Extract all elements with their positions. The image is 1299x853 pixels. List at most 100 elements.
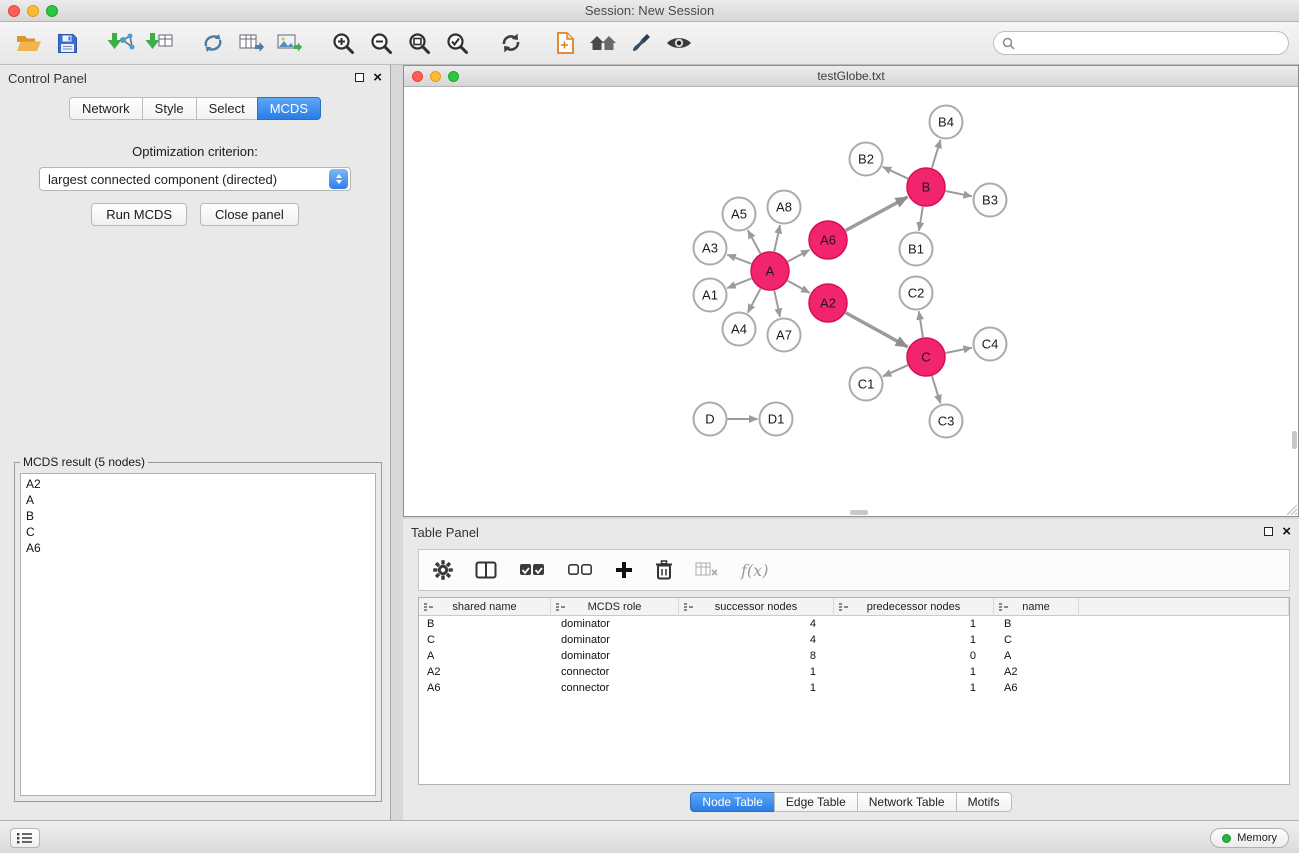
maximize-window-button[interactable]	[46, 5, 58, 17]
network-edge-C-C1[interactable]	[883, 365, 908, 376]
table-cell[interactable]: connector	[551, 664, 679, 680]
result-list-item[interactable]: A	[26, 492, 370, 508]
network-node-B4[interactable]: B4	[930, 106, 963, 139]
table-cell[interactable]: B	[419, 616, 551, 632]
table-row[interactable]: Bdominator41B	[419, 616, 1289, 632]
network-node-B[interactable]: B	[907, 168, 945, 206]
select-all-icon[interactable]	[519, 563, 545, 577]
tab-select[interactable]: Select	[196, 97, 258, 120]
zoom-in-icon[interactable]	[324, 26, 362, 60]
network-edge-C-C3[interactable]	[932, 376, 941, 403]
home-icon[interactable]	[584, 26, 622, 60]
table-tab-motifs[interactable]: Motifs	[956, 792, 1012, 812]
column-header-shared-name[interactable]: shared name	[419, 598, 551, 616]
table-row[interactable]: A6connector11A6	[419, 680, 1289, 696]
table-row[interactable]: Cdominator41C	[419, 632, 1289, 648]
network-edge-A-A5[interactable]	[748, 230, 761, 253]
image-export-icon[interactable]	[270, 26, 308, 60]
table-cell[interactable]: C	[419, 632, 551, 648]
import-table-icon[interactable]	[140, 26, 178, 60]
network-node-A6[interactable]: A6	[809, 221, 847, 259]
result-list-item[interactable]: B	[26, 508, 370, 524]
network-edge-A6-B[interactable]	[846, 197, 908, 230]
network-node-A4[interactable]: A4	[723, 313, 756, 346]
eye-icon[interactable]	[660, 26, 698, 60]
table-cell[interactable]: A	[994, 648, 1079, 664]
network-node-B1[interactable]: B1	[900, 233, 933, 266]
search-field[interactable]	[993, 31, 1289, 55]
network-close-button[interactable]	[412, 71, 423, 82]
table-row[interactable]: Adominator80A	[419, 648, 1289, 664]
table-cell[interactable]: A2	[419, 664, 551, 680]
network-node-A[interactable]: A	[751, 252, 789, 290]
brush-icon[interactable]	[622, 26, 660, 60]
table-cell[interactable]: 1	[834, 632, 994, 648]
column-header-mcds-role[interactable]: MCDS role	[551, 598, 679, 616]
table-cell[interactable]: connector	[551, 680, 679, 696]
refresh-layout-icon[interactable]	[492, 26, 530, 60]
network-edge-A2-C[interactable]	[846, 313, 908, 347]
network-node-A7[interactable]: A7	[768, 319, 801, 352]
network-edge-A-A6[interactable]	[788, 250, 810, 262]
save-icon[interactable]	[48, 26, 86, 60]
open-folder-icon[interactable]	[10, 26, 48, 60]
tab-network[interactable]: Network	[69, 97, 143, 120]
network-edge-B-B2[interactable]	[883, 167, 908, 179]
table-tab-node-table[interactable]: Node Table	[690, 792, 775, 812]
mcds-result-list[interactable]: A2ABCA6	[20, 473, 376, 796]
network-node-B3[interactable]: B3	[974, 184, 1007, 217]
table-cell[interactable]: A6	[419, 680, 551, 696]
table-cell[interactable]: A6	[994, 680, 1079, 696]
float-table-panel-icon[interactable]	[1264, 523, 1273, 541]
columns-icon[interactable]	[475, 561, 497, 579]
zoom-selected-icon[interactable]	[438, 26, 476, 60]
network-edge-A-A2[interactable]	[788, 281, 810, 293]
result-list-item[interactable]: A2	[26, 476, 370, 492]
network-node-C[interactable]: C	[907, 338, 945, 376]
network-edge-B-B4[interactable]	[932, 140, 941, 168]
table-cell[interactable]: 1	[679, 680, 834, 696]
minimize-window-button[interactable]	[27, 5, 39, 17]
table-cell[interactable]: dominator	[551, 616, 679, 632]
deselect-all-icon[interactable]	[567, 563, 593, 577]
resize-grip[interactable]	[1284, 502, 1297, 515]
criterion-dropdown[interactable]: largest connected component (directed)	[39, 167, 351, 191]
network-node-A2[interactable]: A2	[809, 284, 847, 322]
network-edge-A-A3[interactable]	[727, 255, 751, 264]
curved-arrows-icon[interactable]	[194, 26, 232, 60]
network-edge-A-A8[interactable]	[774, 225, 780, 251]
import-network-icon[interactable]	[102, 26, 140, 60]
close-panel-button[interactable]: Close panel	[200, 203, 299, 226]
network-edge-C-C2[interactable]	[919, 311, 923, 337]
tab-mcds[interactable]: MCDS	[257, 97, 321, 120]
network-node-A5[interactable]: A5	[723, 198, 756, 231]
column-header-predecessor-nodes[interactable]: predecessor nodes	[834, 598, 994, 616]
table-cell[interactable]: dominator	[551, 632, 679, 648]
zoom-out-icon[interactable]	[362, 26, 400, 60]
zoom-fit-icon[interactable]	[400, 26, 438, 60]
search-input[interactable]	[1020, 36, 1280, 50]
table-tab-edge-table[interactable]: Edge Table	[774, 792, 858, 812]
table-cell[interactable]: B	[994, 616, 1079, 632]
task-history-button[interactable]	[10, 828, 40, 848]
network-node-A3[interactable]: A3	[694, 232, 727, 265]
table-cell[interactable]: 1	[679, 664, 834, 680]
result-list-item[interactable]: C	[26, 524, 370, 540]
document-icon[interactable]	[546, 26, 584, 60]
table-export-icon[interactable]	[232, 26, 270, 60]
table-cell[interactable]: 1	[834, 680, 994, 696]
network-minimize-button[interactable]	[430, 71, 441, 82]
network-node-B2[interactable]: B2	[850, 143, 883, 176]
network-edge-A-A4[interactable]	[748, 289, 761, 313]
table-cell[interactable]: 0	[834, 648, 994, 664]
float-panel-icon[interactable]	[355, 69, 364, 87]
network-node-C3[interactable]: C3	[930, 405, 963, 438]
run-mcds-button[interactable]: Run MCDS	[91, 203, 187, 226]
vertical-scrollbar-thumb[interactable]	[1292, 431, 1297, 449]
table-cell[interactable]: dominator	[551, 648, 679, 664]
table-options-icon[interactable]	[695, 562, 719, 578]
table-cell[interactable]: C	[994, 632, 1079, 648]
gear-icon[interactable]	[433, 560, 453, 580]
network-view[interactable]: B4B2BB3A5A8A6A3B1AC2A1A2A4A7C4CC1C3DD1	[404, 87, 1298, 516]
network-node-C4[interactable]: C4	[974, 328, 1007, 361]
